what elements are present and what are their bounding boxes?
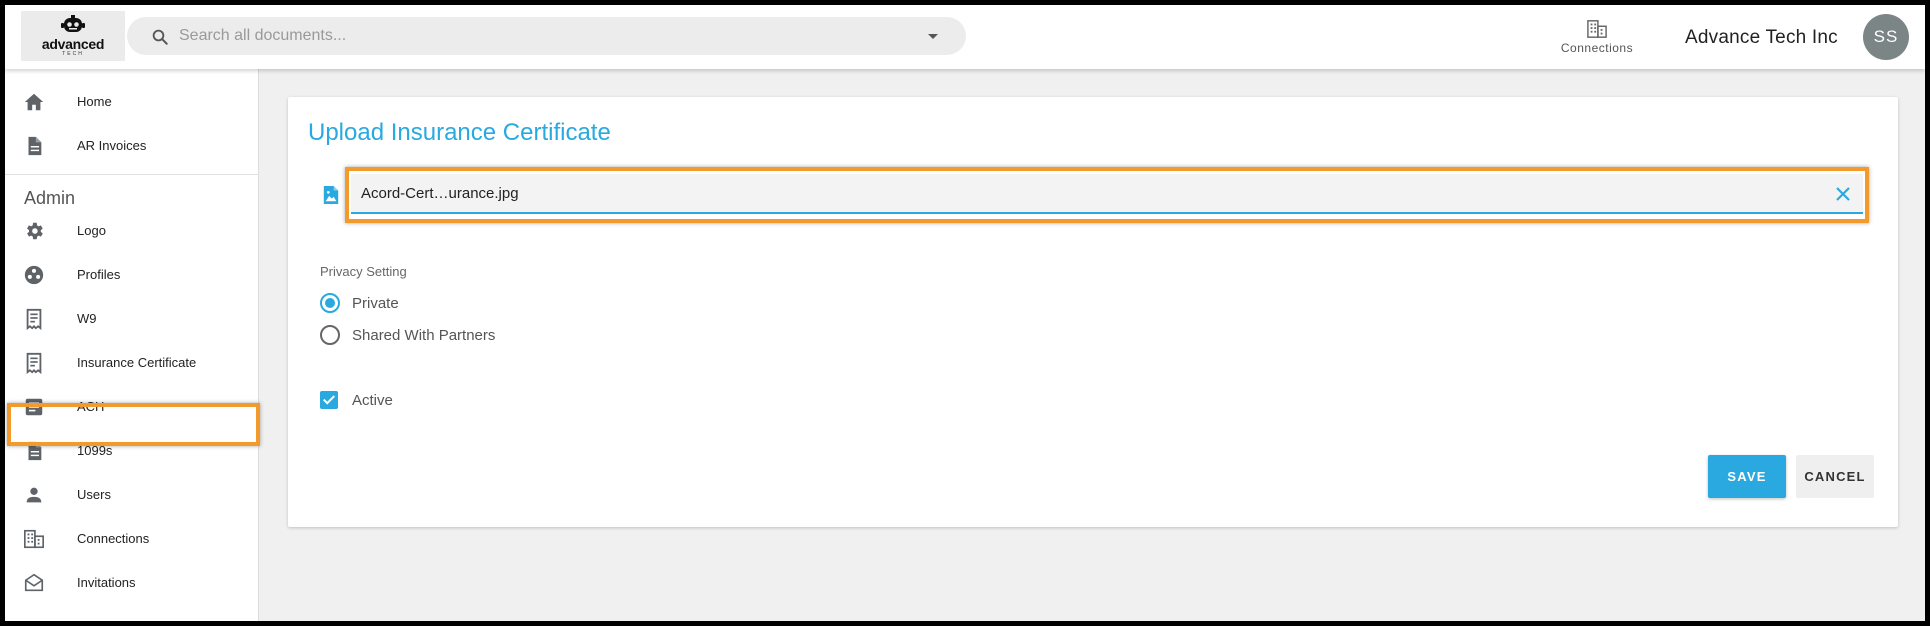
active-checkbox[interactable] [320, 391, 338, 409]
connections-button[interactable]: Connections [1555, 19, 1639, 61]
sidebar-item-invitations[interactable]: Invitations [5, 560, 259, 604]
sidebar-item-label: Logo [77, 223, 106, 238]
search-bar[interactable] [127, 17, 966, 55]
sidebar-item-users[interactable]: Users [5, 472, 259, 516]
sidebar-item-home[interactable]: Home [5, 79, 259, 123]
robot-icon [61, 15, 85, 32]
radio-button[interactable] [320, 325, 340, 345]
sidebar-item-label: AR Invoices [77, 138, 147, 153]
sidebar-item-label: Connections [77, 531, 150, 546]
home-icon [24, 93, 44, 111]
sidebar-item-label: Home [77, 94, 112, 109]
avatar-initials: SS [1873, 27, 1899, 46]
sidebar-item-w9[interactable]: W9 [5, 296, 259, 340]
building-icon [24, 529, 44, 549]
file-name-value: Acord-Cert…urance.jpg [361, 185, 519, 202]
connections-label: Connections [1560, 41, 1634, 55]
document-icon [28, 136, 42, 156]
sidebar-item-label: 1099s [77, 443, 113, 458]
radio-label: Shared With Partners [352, 326, 496, 344]
sidebar-item-label: Users [77, 487, 111, 502]
person-icon [26, 487, 42, 503]
company-name: Advance Tech Inc [1685, 27, 1838, 48]
avatar[interactable]: SS [1863, 14, 1909, 60]
radio-private[interactable]: Private [320, 291, 399, 315]
radio-button-checked[interactable] [320, 293, 340, 313]
upload-card: Upload Insurance Certificate Acord-Cert…… [288, 97, 1898, 527]
sidebar-item-label: ACH [77, 399, 105, 414]
sidebar-item-label: Invitations [77, 575, 136, 590]
receipt-icon [26, 308, 42, 330]
profiles-icon [24, 265, 44, 285]
save-button[interactable]: SAVE [1708, 455, 1786, 498]
article-icon [25, 398, 43, 416]
top-bar: advanced TECH Connections Advance Tech I… [5, 5, 1925, 69]
image-file-icon [323, 186, 339, 204]
logo-subtext: TECH [62, 51, 84, 57]
close-icon[interactable] [1835, 186, 1851, 202]
app-window: advanced TECH Connections Advance Tech I… [5, 5, 1925, 621]
document-icon [28, 441, 42, 461]
building-icon [1587, 20, 1607, 38]
logo-text: advanced [41, 36, 105, 52]
radio-label: Private [352, 294, 399, 312]
sidebar-item-1099s[interactable]: 1099s [5, 428, 259, 472]
radio-shared-with-partners[interactable]: Shared With Partners [320, 323, 495, 347]
privacy-setting-label: Privacy Setting [320, 264, 407, 279]
sidebar-item-ar-invoices[interactable]: AR Invoices [5, 123, 259, 167]
active-checkbox-row[interactable]: Active [320, 388, 393, 412]
receipt-icon [26, 352, 42, 374]
sidebar-divider [5, 174, 259, 175]
file-name-field[interactable]: Acord-Cert…urance.jpg [351, 174, 1863, 214]
active-label: Active [352, 391, 393, 409]
sidebar-item-label: W9 [77, 311, 97, 326]
app-logo[interactable]: advanced TECH [21, 11, 125, 61]
sidebar-item-label: Profiles [77, 267, 121, 282]
sidebar: Home AR Invoices Admin Logo Profiles W9 … [5, 69, 260, 621]
search-input[interactable] [179, 25, 879, 47]
sidebar-item-connections[interactable]: Connections [5, 516, 259, 560]
chevron-down-icon[interactable] [928, 34, 938, 39]
sidebar-item-logo[interactable]: Logo [5, 208, 259, 252]
sidebar-item-ach[interactable]: ACH [5, 384, 259, 428]
sidebar-item-insurance-certificate[interactable]: Insurance Certificate [5, 340, 259, 384]
page-title: Upload Insurance Certificate [308, 119, 611, 146]
sidebar-item-label: Insurance Certificate [77, 355, 197, 370]
cancel-button[interactable]: CANCEL [1796, 455, 1874, 498]
gear-icon [27, 222, 43, 240]
sidebar-item-profiles[interactable]: Profiles [5, 252, 259, 296]
envelope-icon [24, 573, 44, 592]
search-icon [152, 29, 168, 45]
admin-heading: Admin [24, 188, 76, 208]
